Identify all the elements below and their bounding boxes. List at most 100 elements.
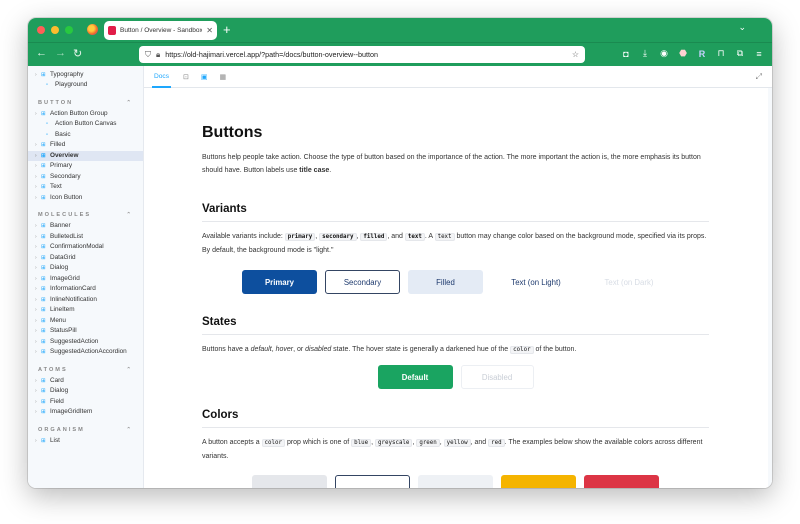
- sidebar-group-molecules[interactable]: MOLECULES ⌃: [28, 210, 143, 221]
- tab-strip: Button / Overview - Sandbox - S ✕ + ⌄: [28, 18, 772, 42]
- grid-icon[interactable]: ▦: [220, 73, 227, 81]
- component-icon: ⊞: [41, 349, 46, 355]
- shield-icon[interactable]: ⛉: [145, 50, 151, 60]
- sidebar-item-action-button-group[interactable]: › ⊞ Action Button Group: [28, 109, 143, 120]
- text-on-light-button[interactable]: Text (on Light): [491, 270, 581, 294]
- sidebar-group-title: ATOMS: [38, 366, 68, 373]
- code-green: green: [416, 439, 440, 447]
- extension-adblock-icon[interactable]: ⬣: [678, 48, 688, 59]
- firefox-view-icon[interactable]: [87, 24, 98, 35]
- primary-button[interactable]: Primary: [242, 270, 317, 294]
- collapse-caret-icon[interactable]: ⌃: [126, 98, 131, 109]
- toolbar-extensions: ◘ ⤓ ◉ ⬣ R ⊓ ⧉ ≡: [621, 48, 764, 59]
- sidebar-item-statuspill[interactable]: › ⊞ StatusPill: [28, 326, 143, 337]
- code-yellow: yellow: [443, 439, 471, 447]
- color-example-button-yellow[interactable]: [501, 475, 576, 488]
- extensions-puzzle-icon[interactable]: ⧉: [735, 48, 745, 59]
- close-tab-icon[interactable]: ✕: [206, 26, 213, 35]
- sidebar-item-inlinenotification[interactable]: › ⊞ InlineNotification: [28, 295, 143, 306]
- zoom-in-icon[interactable]: ⊡: [183, 73, 189, 81]
- sidebar-item-label: Card: [50, 376, 64, 384]
- filled-button[interactable]: Filled: [408, 270, 483, 294]
- pocket-icon[interactable]: ◘: [621, 49, 631, 59]
- variants-paragraph: Available variants include: primary, sec…: [202, 230, 709, 257]
- component-icon: ⊞: [41, 194, 46, 201]
- color-example-button-blue[interactable]: [252, 475, 327, 488]
- sidebar-item-menu[interactable]: › ⊞ Menu: [28, 316, 143, 327]
- address-bar[interactable]: ⛉ 🔒︎ https://old-hajimari.vercel.app/?pa…: [139, 46, 585, 63]
- forward-arrow-icon[interactable]: →: [55, 47, 66, 59]
- collapse-caret-icon[interactable]: ⌃: [126, 365, 131, 376]
- states-text: state. The hover state is generally a da…: [331, 346, 511, 353]
- sidebar-item-datagrid[interactable]: › ⊞ DataGrid: [28, 253, 143, 264]
- sidebar-item-list[interactable]: › ⊞ List: [28, 436, 143, 447]
- sidebar-item-action-button-canvas[interactable]: ▫ Action Button Canvas: [28, 119, 143, 130]
- sidebar-item-filled[interactable]: › ⊞ Filled: [28, 140, 143, 151]
- color-example-button-red[interactable]: [584, 475, 659, 488]
- sidebar-item-label: Icon Button: [50, 193, 83, 201]
- component-icon: ⊞: [41, 328, 46, 334]
- close-window-button[interactable]: [37, 26, 45, 34]
- sidebar-item-typography[interactable]: › ⊞ Typography: [28, 70, 143, 81]
- component-icon: ⊞: [41, 377, 46, 384]
- browser-tab[interactable]: Button / Overview - Sandbox - S ✕: [104, 21, 217, 40]
- default-button[interactable]: Default: [377, 365, 453, 389]
- sidebar-item-icon-button[interactable]: › ⊞ Icon Button: [28, 193, 143, 204]
- sidebar-item-label: SuggestedActionAccordion: [50, 348, 127, 355]
- sidebar-group-atoms[interactable]: ATOMS ⌃: [28, 365, 143, 376]
- sidebar-item-secondary[interactable]: › ⊞ Secondary: [28, 172, 143, 183]
- sidebar-item-playground[interactable]: ▫ Playground: [28, 80, 143, 91]
- tab-docs[interactable]: Docs: [152, 66, 172, 88]
- sidebar-item-suggestedaction[interactable]: › ⊞ SuggestedAction: [28, 337, 143, 348]
- zoom-window-button[interactable]: [65, 26, 73, 34]
- sidebar-group-organism[interactable]: ORGANISM ⌃: [28, 425, 143, 436]
- sidebar-item-primary[interactable]: › ⊞ Primary: [28, 161, 143, 172]
- sidebar-item-bulletedlist[interactable]: › ⊞ BulletedList: [28, 232, 143, 243]
- extension-globe-icon[interactable]: ◉: [659, 48, 669, 59]
- reload-icon[interactable]: ↻: [73, 47, 82, 60]
- hamburger-menu-icon[interactable]: ≡: [754, 49, 764, 59]
- list-tabs-chevron-icon[interactable]: ⌄: [738, 22, 746, 33]
- sidebar-item-text[interactable]: › ⊞ Text: [28, 182, 143, 193]
- sidebar-item-imagegrid[interactable]: › ⊞ ImageGrid: [28, 274, 143, 285]
- component-icon: ⊞: [41, 398, 46, 405]
- sidebar-item-lineitem[interactable]: › ⊞ LineItem: [28, 305, 143, 316]
- sidebar-item-label: SuggestedAction: [50, 337, 99, 345]
- new-tab-button[interactable]: +: [223, 21, 231, 39]
- minimize-window-button[interactable]: [51, 26, 59, 34]
- sidebar-item-overview[interactable]: › ⊞ Overview: [28, 150, 143, 161]
- secondary-button[interactable]: Secondary: [325, 270, 400, 294]
- fullscreen-icon[interactable]: ⤢: [756, 72, 762, 82]
- background-icon[interactable]: ▣: [201, 73, 208, 81]
- component-icon: ⊞: [41, 223, 46, 229]
- sidebar-item-suggestedactionaccordion[interactable]: › ⊞ SuggestedActionAccordion: [28, 347, 143, 358]
- sidebar-item-dialog[interactable]: › ⊞ Dialog: [28, 386, 143, 397]
- text-on-dark-button[interactable]: Text (on Dark): [589, 270, 669, 294]
- sidebar-item-banner[interactable]: › ⊞ Banner: [28, 221, 143, 232]
- variant-buttons-row: Primary Secondary Filled Text (on Light)…: [202, 270, 709, 294]
- sidebar-item-imagegriditem[interactable]: › ⊞ ImageGridItem: [28, 407, 143, 418]
- lock-icon[interactable]: 🔒︎: [156, 50, 160, 60]
- states-paragraph: Buttons have a default, hover, or disabl…: [202, 343, 709, 357]
- colors-heading: Colors: [202, 409, 709, 428]
- back-arrow-icon[interactable]: ←: [36, 47, 47, 59]
- sidebar-item-card[interactable]: › ⊞ Card: [28, 376, 143, 387]
- sidebar-item-basic[interactable]: ▫ Basic: [28, 130, 143, 141]
- download-icon[interactable]: ⤓: [640, 48, 650, 59]
- sidebar-item-label: ImageGrid: [50, 274, 80, 282]
- url-text[interactable]: https://old-hajimari.vercel.app/?path=/d…: [165, 50, 567, 59]
- collapse-caret-icon[interactable]: ⌃: [126, 425, 131, 436]
- color-example-button-greyscale[interactable]: [335, 475, 410, 488]
- sidebar-item-dialog[interactable]: › ⊞ Dialog: [28, 263, 143, 274]
- extension-r-icon[interactable]: R: [697, 49, 707, 59]
- extension-tube-icon[interactable]: ⊓: [716, 48, 726, 59]
- collapse-caret-icon[interactable]: ⌃: [126, 210, 131, 221]
- variants-separator: , and: [387, 233, 405, 240]
- color-example-button-green[interactable]: [418, 475, 493, 488]
- sidebar-item-field[interactable]: › ⊞ Field: [28, 397, 143, 408]
- sidebar-group-button[interactable]: BUTTON ⌃: [28, 98, 143, 109]
- bookmark-star-icon[interactable]: ☆: [572, 50, 579, 59]
- sidebar-item-informationcard[interactable]: › ⊞ InformationCard: [28, 284, 143, 295]
- sidebar-item-confirmationmodal[interactable]: › ⊞ ConfirmationModal: [28, 242, 143, 253]
- sidebar-item-label: BulletedList: [50, 232, 84, 240]
